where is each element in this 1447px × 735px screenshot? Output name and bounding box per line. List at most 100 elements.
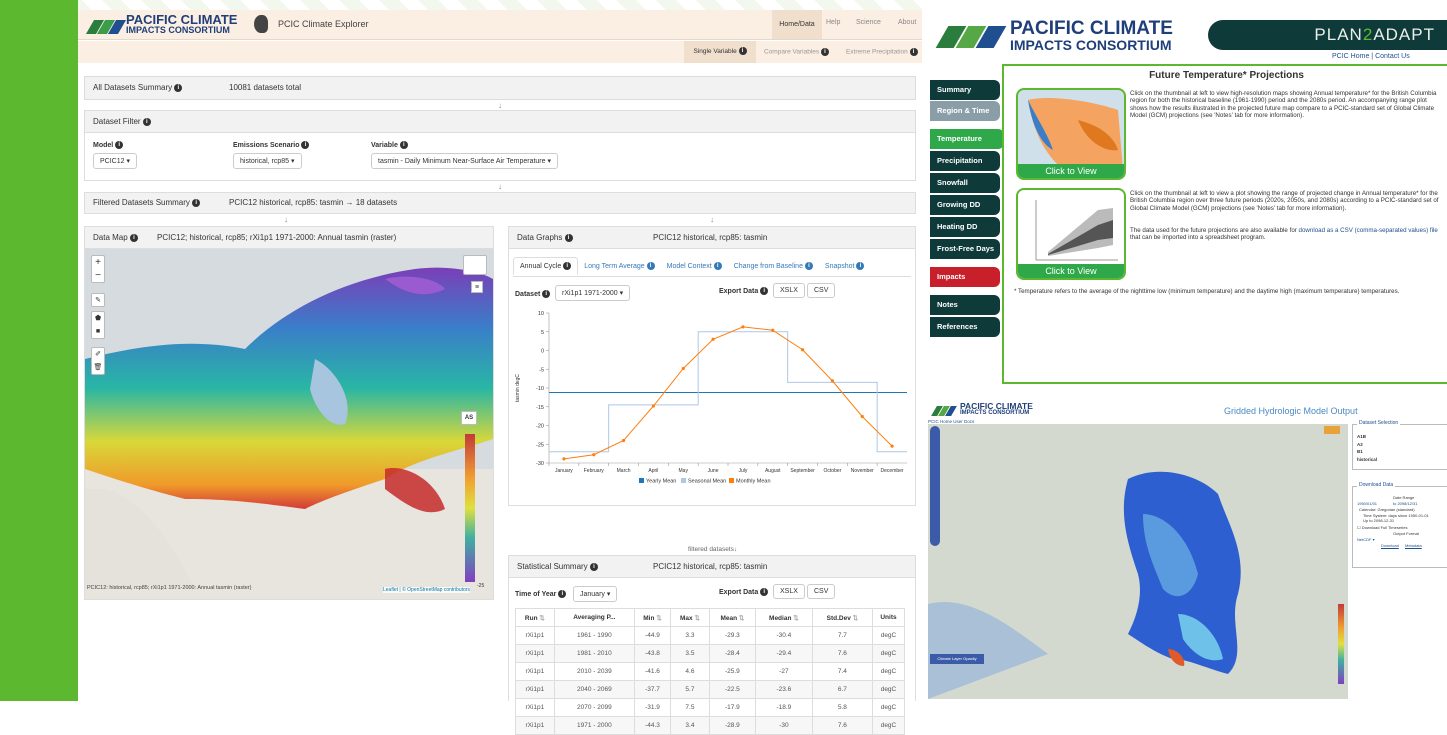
click-to-view-map[interactable]: Click to View xyxy=(1018,164,1124,178)
nav-summary[interactable]: Summary xyxy=(930,80,1000,100)
col-median[interactable]: Median ⇅ xyxy=(754,608,813,627)
click-to-view-plot[interactable]: Click to View xyxy=(1018,264,1124,278)
autoscale-button[interactable]: AS xyxy=(461,411,477,425)
ds-row-a2[interactable]: A2 xyxy=(1357,441,1377,449)
ds-row-historical[interactable]: historical xyxy=(1357,456,1377,464)
subnav-single-variable[interactable]: Single Variable i xyxy=(684,41,756,63)
ds-row-b1[interactable]: B1 xyxy=(1357,448,1377,456)
nav-science[interactable]: Science xyxy=(856,19,881,26)
scenario-dropdown[interactable]: historical, rcp85 ▾ xyxy=(233,153,302,169)
x-tick-label: November xyxy=(851,468,874,474)
info-icon[interactable]: i xyxy=(142,117,151,126)
legend-label: Yearly Mean xyxy=(646,479,676,485)
col-mean[interactable]: Mean ⇅ xyxy=(708,608,756,627)
time-of-year-dropdown[interactable]: January ▾ xyxy=(573,586,618,602)
col-max[interactable]: Max ⇅ xyxy=(670,608,710,627)
col-averaging-period[interactable]: Averaging P... xyxy=(553,608,635,627)
map-thumbnail[interactable]: Click to View xyxy=(1016,88,1126,180)
p2a-pcic-logo[interactable]: PACIFIC CLIMATE IMPACTS CONSORTIUM xyxy=(930,14,1173,52)
draw-line-icon[interactable]: ✎ xyxy=(91,293,105,307)
nav-frost-free-days[interactable]: Frost-Free Days xyxy=(930,239,1000,259)
filtered-datasets-panel: Filtered Datasets Summary i PCIC12 histo… xyxy=(84,192,916,214)
legend-swatch xyxy=(729,478,734,483)
nav-help[interactable]: Help xyxy=(826,19,840,26)
stats-table: Run ⇅ Averaging P... Min ⇅ Max ⇅ Mean ⇅ … xyxy=(515,608,906,735)
hydro-map-canvas[interactable]: Climate Layer Opacity xyxy=(928,424,1348,699)
nav-impacts[interactable]: Impacts xyxy=(930,267,1000,287)
table-row: rXi1p1 1981 - 2010 -43.8 3.5 -28.4 -29.4 7.6 de… xyxy=(515,644,906,663)
dataset-dropdown[interactable]: rXi1p1 1971-2000 ▾ xyxy=(555,285,631,301)
col-std-dev[interactable]: Std.Dev ⇅ xyxy=(811,608,873,627)
pcic-logo[interactable]: PACIFIC CLIMATE IMPACTS CONSORTIUM xyxy=(85,13,246,36)
download-csv-link[interactable]: download as a CSV (comma-separated value… xyxy=(1299,227,1438,234)
hydro-zoom-slider[interactable] xyxy=(930,426,940,546)
plan2adapt-brand[interactable]: PLAN2ADAPT xyxy=(1208,20,1447,50)
info-icon[interactable]: i xyxy=(192,198,201,207)
model-dropdown[interactable]: PCIC12 ▾ xyxy=(93,153,137,169)
nav-snowfall[interactable]: Snowfall xyxy=(930,173,1000,193)
nav-about[interactable]: About xyxy=(898,19,916,26)
table-cell: -44.3 xyxy=(633,716,672,735)
col-run[interactable]: Run ⇅ xyxy=(515,608,555,627)
nav-precipitation[interactable]: Precipitation xyxy=(930,151,1000,171)
hydro-layer-switcher-icon[interactable] xyxy=(1324,426,1340,434)
legend-swatch xyxy=(681,478,686,483)
download-full-checkbox[interactable]: ☐ Download Full Timeseries xyxy=(1357,525,1408,530)
info-icon[interactable]: i xyxy=(301,141,310,149)
format-select[interactable]: NetCDF ▾ xyxy=(1357,537,1375,542)
nav-notes[interactable]: Notes xyxy=(930,295,1000,315)
dataset-list[interactable]: A1B A2 B1 historical xyxy=(1357,433,1377,463)
hydro-pcic-logo[interactable]: PACIFIC CLIMATE IMPACTS CONSORTIUM xyxy=(930,402,1050,418)
ds-row-a1b[interactable]: A1B xyxy=(1357,433,1377,441)
table-cell: rXi1p1 xyxy=(515,662,555,681)
draw-shapes-icon[interactable]: ⬟ ■ xyxy=(91,311,105,339)
col-units[interactable]: Units xyxy=(871,608,906,627)
nav-growing-dd[interactable]: Growing DD xyxy=(930,195,1000,215)
subnav-extreme-precipitation[interactable]: Extreme Precipitation i xyxy=(846,48,918,56)
info-icon[interactable]: i xyxy=(760,287,769,295)
climate-layer-opacity-control[interactable]: Climate Layer Opacity xyxy=(930,654,984,664)
link-pcic-home[interactable]: PCIC Home xyxy=(1332,53,1369,60)
zoom-control[interactable]: + − xyxy=(91,255,105,283)
map-canvas[interactable]: + − ✎ ⬟ ■ ✐ 🗑 ≡ AS -25 PCIC12: historical, … xyxy=(85,249,493,599)
date-to-field[interactable]: to 2098/12/31 xyxy=(1393,501,1417,506)
edit-delete-icon[interactable]: ✐ 🗑 xyxy=(91,347,105,375)
menu-icon[interactable]: ≡ xyxy=(471,281,483,293)
info-icon[interactable]: i xyxy=(589,562,598,571)
tab-snapshot[interactable]: Snapshot i xyxy=(819,258,871,274)
info-icon[interactable]: i xyxy=(542,290,551,298)
filtered-value: PCIC12 historical, rcp85: tasmin → 18 da… xyxy=(229,198,398,207)
nav-region-time[interactable]: Region & Time xyxy=(930,101,1000,121)
filter-header: Dataset Filter i xyxy=(85,111,915,133)
plot-thumbnail[interactable]: Click to View xyxy=(1016,188,1126,280)
variable-dropdown[interactable]: tasmin - Daily Minimum Near-Surface Air … xyxy=(371,153,559,169)
map-attribution[interactable]: Leaflet | © OpenStreetMap contributors xyxy=(383,587,470,593)
info-icon[interactable]: i xyxy=(558,590,567,598)
tab-annual-cycle[interactable]: Annual Cycle i xyxy=(513,257,579,275)
info-icon[interactable]: i xyxy=(115,141,124,149)
date-from-field[interactable]: 1950/01/01 xyxy=(1357,501,1377,506)
info-icon[interactable]: i xyxy=(399,141,408,149)
stats-export-xlsx-button[interactable]: XSLX xyxy=(773,584,805,599)
info-icon[interactable]: i xyxy=(174,83,183,92)
layers-icon[interactable] xyxy=(463,255,487,275)
info-icon[interactable]: i xyxy=(564,233,573,242)
subnav-compare-variables[interactable]: Compare Variables i xyxy=(764,48,829,56)
info-icon[interactable]: i xyxy=(129,233,138,242)
export-xlsx-button[interactable]: XSLX xyxy=(773,283,805,298)
nav-references[interactable]: References xyxy=(930,317,1000,337)
nav-home-data[interactable]: Home/Data xyxy=(772,10,822,39)
nav-heating-dd[interactable]: Heating DD xyxy=(930,217,1000,237)
export-csv-button[interactable]: CSV xyxy=(807,283,836,298)
download-button[interactable]: Download xyxy=(1381,543,1399,548)
col-min[interactable]: Min ⇅ xyxy=(633,608,672,627)
tab-change-from-baseline[interactable]: Change from Baseline i xyxy=(728,258,819,274)
stats-export-csv-button[interactable]: CSV xyxy=(807,584,836,599)
table-cell: -27 xyxy=(754,662,813,681)
metadata-button[interactable]: Metadata xyxy=(1405,543,1422,548)
nav-temperature[interactable]: Temperature xyxy=(930,129,1004,149)
info-icon[interactable]: i xyxy=(760,588,769,596)
tab-long-term-average[interactable]: Long Term Average i xyxy=(578,258,660,274)
link-contact-us[interactable]: Contact Us xyxy=(1375,53,1410,60)
tab-model-context[interactable]: Model Context i xyxy=(661,258,728,274)
